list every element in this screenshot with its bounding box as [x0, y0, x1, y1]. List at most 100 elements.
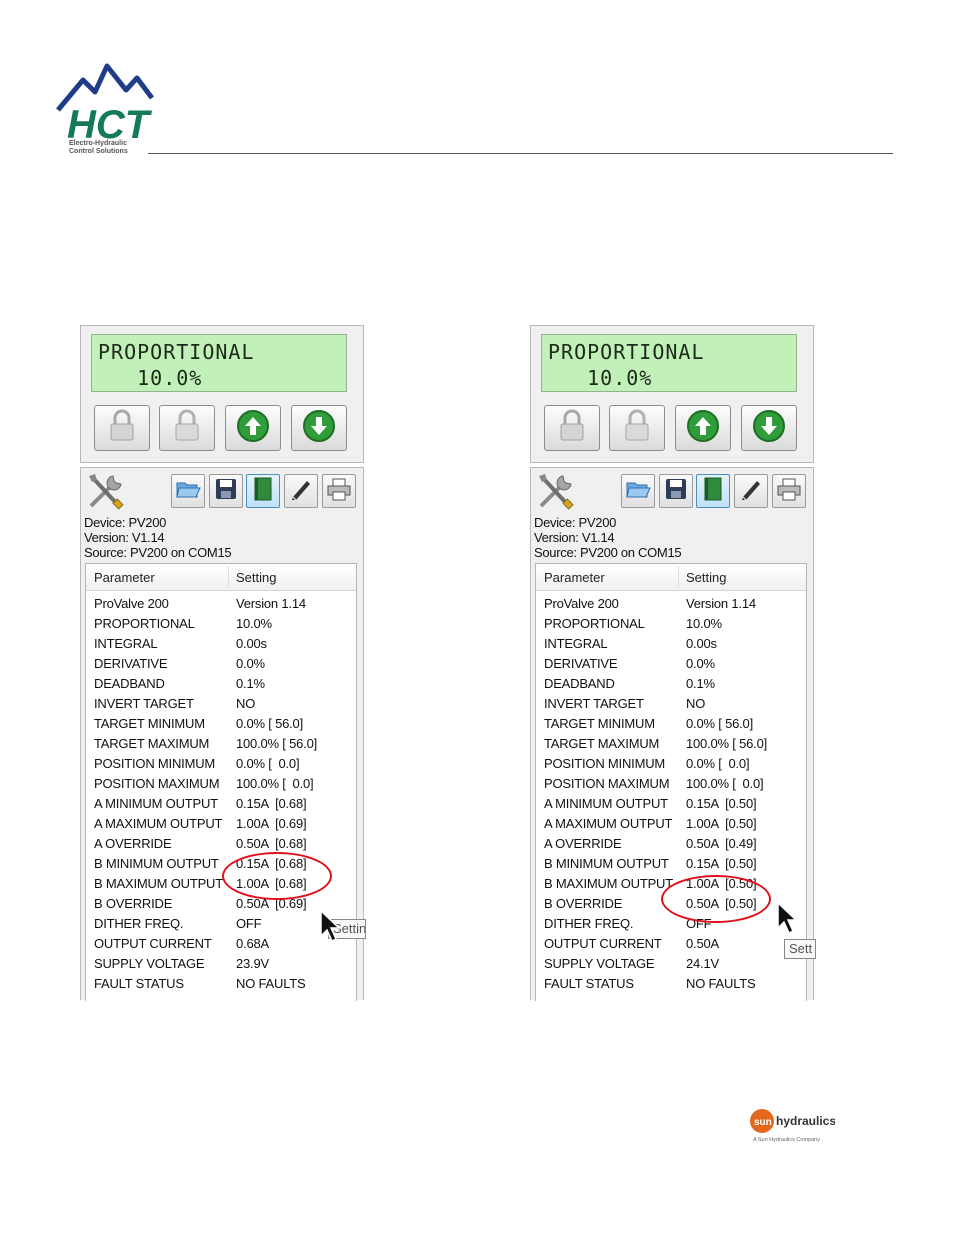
parameter-table: Parameter Setting ProValve 200 Version 1.14… [535, 563, 807, 1001]
table-row[interactable]: FAULT STATUS NO FAULTS [536, 974, 806, 994]
up-button[interactable] [675, 405, 731, 451]
parameter-setting: 0.0% [686, 656, 715, 671]
table-row[interactable]: A MAXIMUM OUTPUT 1.00A [0.69] [86, 814, 356, 834]
tooltip: Sett [784, 939, 816, 959]
table-row[interactable]: POSITION MINIMUM 0.0% [ 0.0] [536, 754, 806, 774]
unlock-button[interactable] [609, 405, 665, 451]
table-row[interactable]: PROPORTIONAL 10.0% [536, 614, 806, 634]
parameter-name: ProValve 200 [544, 596, 619, 611]
table-row[interactable]: SUPPLY VOLTAGE 24.1V [536, 954, 806, 974]
mouse-cursor-icon [777, 901, 801, 936]
parameter-name: A OVERRIDE [94, 836, 172, 851]
hct-tagline-2: Control Solutions [69, 148, 128, 155]
parameter-name: B MINIMUM OUTPUT [94, 856, 219, 871]
save-button[interactable] [659, 474, 693, 508]
parameter-setting: 100.0% [ 56.0] [236, 736, 318, 751]
parameter-setting: 0.15A [0.50] [686, 796, 757, 811]
column-header-setting[interactable]: Setting [686, 570, 726, 585]
column-header-parameter[interactable]: Parameter [94, 570, 155, 585]
table-row[interactable]: TARGET MINIMUM 0.0% [ 56.0] [86, 714, 356, 734]
down-button[interactable] [291, 405, 347, 451]
table-row[interactable]: B MINIMUM OUTPUT 0.15A [0.50] [536, 854, 806, 874]
parameter-setting: 0.1% [686, 676, 715, 691]
edit-button[interactable] [284, 474, 318, 508]
table-row[interactable]: ProValve 200 Version 1.14 [86, 594, 356, 614]
table-row[interactable]: DEADBAND 0.1% [86, 674, 356, 694]
parameter-name: POSITION MAXIMUM [544, 776, 670, 791]
parameter-name: ProValve 200 [94, 596, 169, 611]
column-header-setting[interactable]: Setting [236, 570, 276, 585]
tools-icon[interactable] [535, 472, 575, 515]
table-row[interactable]: OUTPUT CURRENT 0.68A [86, 934, 356, 954]
up-button[interactable] [225, 405, 281, 451]
parameter-setting: 0.0% [ 0.0] [236, 756, 300, 771]
table-row[interactable]: ProValve 200 Version 1.14 [536, 594, 806, 614]
parameter-name: OUTPUT CURRENT [544, 936, 662, 951]
open-button[interactable] [621, 474, 655, 508]
tools-icon[interactable] [85, 472, 125, 515]
table-row[interactable]: B OVERRIDE 0.50A [0.69] [86, 894, 356, 914]
table-row[interactable]: INVERT TARGET NO [86, 694, 356, 714]
table-row[interactable]: A MINIMUM OUTPUT 0.15A [0.68] [86, 794, 356, 814]
down-button[interactable] [741, 405, 797, 451]
lcd-frame: PROPORTIONAL 10.0% [530, 325, 814, 463]
column-header-parameter[interactable]: Parameter [544, 570, 605, 585]
save-icon [214, 477, 238, 506]
table-row[interactable]: DEADBAND 0.1% [536, 674, 806, 694]
parameter-name: DERIVATIVE [544, 656, 618, 671]
unlock-icon [172, 409, 202, 448]
parameter-setting: 24.1V [686, 956, 719, 971]
parameter-setting: 10.0% [686, 616, 722, 631]
print-button[interactable] [322, 474, 356, 508]
table-row[interactable]: TARGET MINIMUM 0.0% [ 56.0] [536, 714, 806, 734]
parameter-setting: 0.00s [236, 636, 267, 651]
table-row[interactable]: DITHER FREQ. OFF [86, 914, 356, 934]
table-row[interactable]: TARGET MAXIMUM 100.0% [ 56.0] [536, 734, 806, 754]
source-label: Source: PV200 on COM15 [534, 545, 682, 560]
lock-button[interactable] [544, 405, 600, 451]
mouse-cursor-icon [320, 909, 344, 944]
table-row[interactable]: INTEGRAL 0.00s [86, 634, 356, 654]
arrow-down-icon [302, 409, 336, 448]
book-icon [702, 476, 724, 507]
parameter-setting: NO FAULTS [686, 976, 756, 991]
parameter-name: INTEGRAL [94, 636, 158, 651]
table-row[interactable]: DITHER FREQ. OFF [536, 914, 806, 934]
table-row[interactable]: OUTPUT CURRENT 0.50A [536, 934, 806, 954]
table-row[interactable]: INVERT TARGET NO [536, 694, 806, 714]
table-row[interactable]: DERIVATIVE 0.0% [536, 654, 806, 674]
parameter-name: TARGET MINIMUM [544, 716, 655, 731]
print-button[interactable] [772, 474, 806, 508]
lock-icon [107, 409, 137, 448]
save-button[interactable] [209, 474, 243, 508]
controller-panel-right: PROPORTIONAL 10.0% Device: PV200 Version: … [530, 325, 816, 1001]
table-row[interactable]: POSITION MAXIMUM 100.0% [ 0.0] [536, 774, 806, 794]
table-row[interactable]: DERIVATIVE 0.0% [86, 654, 356, 674]
table-row[interactable]: TARGET MAXIMUM 100.0% [ 56.0] [86, 734, 356, 754]
parameter-name: PROPORTIONAL [544, 616, 645, 631]
table-row[interactable]: SUPPLY VOLTAGE 23.9V [86, 954, 356, 974]
table-row[interactable]: POSITION MINIMUM 0.0% [ 0.0] [86, 754, 356, 774]
lock-button[interactable] [94, 405, 150, 451]
unlock-button[interactable] [159, 405, 215, 451]
table-row[interactable]: FAULT STATUS NO FAULTS [86, 974, 356, 994]
open-button[interactable] [171, 474, 205, 508]
manual-button[interactable] [696, 474, 730, 508]
table-row[interactable]: POSITION MAXIMUM 100.0% [ 0.0] [86, 774, 356, 794]
table-row[interactable]: A MINIMUM OUTPUT 0.15A [0.50] [536, 794, 806, 814]
table-row[interactable]: A MAXIMUM OUTPUT 1.00A [0.50] [536, 814, 806, 834]
edit-button[interactable] [734, 474, 768, 508]
parameter-setting: 10.0% [236, 616, 272, 631]
table-row[interactable]: A OVERRIDE 0.50A [0.68] [86, 834, 356, 854]
parameter-name: A OVERRIDE [544, 836, 622, 851]
manual-button[interactable] [246, 474, 280, 508]
lcd-frame: PROPORTIONAL 10.0% [80, 325, 364, 463]
parameter-setting: 0.68A [236, 936, 269, 951]
parameter-name: TARGET MAXIMUM [94, 736, 210, 751]
parameter-setting: 0.0% [ 0.0] [686, 756, 750, 771]
table-row[interactable]: INTEGRAL 0.00s [536, 634, 806, 654]
table-row[interactable]: PROPORTIONAL 10.0% [86, 614, 356, 634]
lcd-display: PROPORTIONAL 10.0% [541, 334, 797, 392]
table-row[interactable]: A OVERRIDE 0.50A [0.49] [536, 834, 806, 854]
arrow-up-icon [686, 409, 720, 448]
